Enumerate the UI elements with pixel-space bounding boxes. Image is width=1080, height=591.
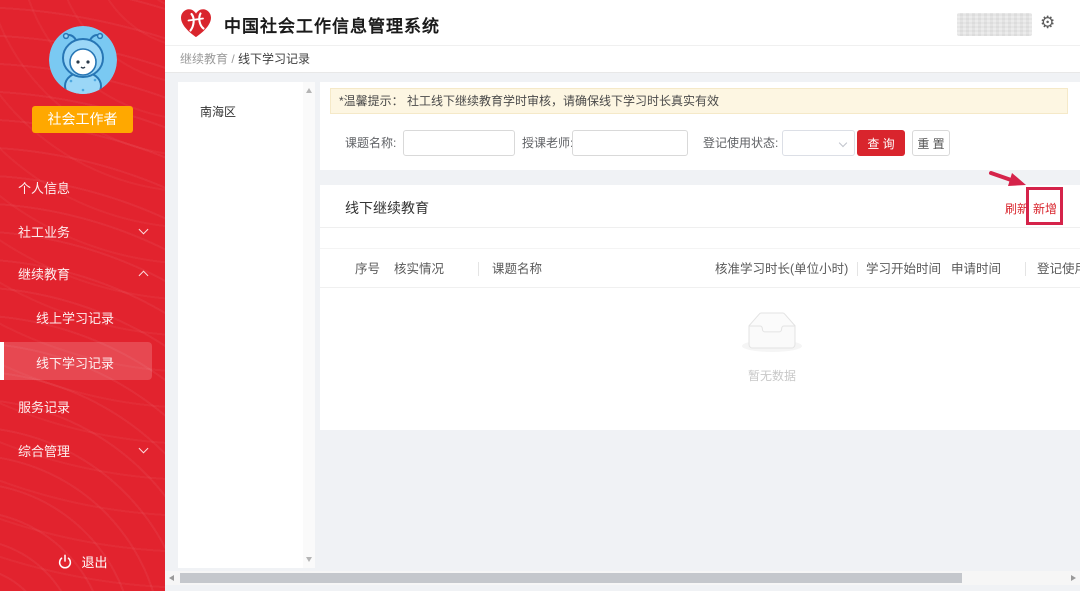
app-screen: 社会工作者 个人信息 社工业务 继续教育 线上学习记录 线下学习记录 服务记录 … [0, 0, 1080, 591]
register-status-select[interactable] [782, 130, 855, 156]
warning-alert: *温馨提示： 社工线下继续教育学时审核，请确保线下学习时长真实有效 [330, 88, 1068, 114]
reset-button[interactable]: 重 置 [912, 130, 950, 156]
scrollbar-thumb[interactable] [180, 573, 962, 583]
avatar-mascot-icon [49, 26, 117, 94]
divider [320, 227, 1080, 228]
panel-title: 线下继续教育 [345, 198, 429, 218]
user-name-redacted[interactable] [957, 13, 1032, 36]
col-seq: 序号 [355, 249, 380, 289]
chevron-down-icon [139, 225, 149, 235]
offline-education-panel: 线下继续教育 刷新 新增 序号 核实情况 课题名称 核准学习时长(单位小时) 学… [320, 185, 1080, 430]
column-divider [478, 262, 479, 276]
empty-box-icon [740, 312, 804, 353]
scroll-right-icon[interactable] [1071, 575, 1076, 581]
annotation-arrow-icon [988, 168, 1030, 192]
breadcrumb: 继续教育 / 线下学习记录 [165, 46, 1080, 73]
column-divider [1025, 262, 1026, 276]
sidebar-item-comprehensive-management[interactable]: 综合管理 [0, 441, 165, 461]
table-header-row: 序号 核实情况 课题名称 核准学习时长(单位小时) 学习开始时间 申请时间 登记… [320, 248, 1080, 288]
breadcrumb-parent[interactable]: 继续教育 [180, 52, 228, 66]
col-topic: 课题名称 [492, 249, 542, 289]
horizontal-scrollbar[interactable] [165, 571, 1080, 585]
gear-icon[interactable]: ⚙ [1040, 13, 1055, 33]
col-verify: 核实情况 [394, 249, 444, 289]
logout-button[interactable]: 退出 [0, 552, 165, 571]
sidebar-item-service-records[interactable]: 服务记录 [0, 397, 165, 417]
sidebar-item-label: 综合管理 [18, 444, 70, 459]
sidebar-item-label: 继续教育 [18, 267, 70, 282]
sidebar-item-label: 线下学习记录 [36, 356, 114, 371]
topic-name-label: 课题名称: [345, 130, 396, 156]
col-apply-time: 申请时间 [951, 249, 1001, 289]
topic-name-input[interactable] [403, 130, 515, 156]
sidebar-item-label: 服务记录 [18, 400, 70, 415]
empty-text: 暂无数据 [712, 367, 832, 384]
register-status-label: 登记使用状态: [703, 130, 778, 156]
role-badge: 社会工作者 [32, 106, 133, 133]
sidebar-item-label: 线上学习记录 [36, 311, 114, 326]
logout-label: 退出 [81, 555, 107, 570]
col-start-time: 学习开始时间 [866, 249, 941, 289]
annotation-highlight-box [1026, 187, 1063, 225]
sidebar: 社会工作者 个人信息 社工业务 继续教育 线上学习记录 线下学习记录 服务记录 … [0, 0, 165, 591]
sidebar-item-label: 社工业务 [18, 225, 70, 240]
sidebar-item-personal-info[interactable]: 个人信息 [0, 178, 165, 198]
query-button[interactable]: 查 询 [857, 130, 905, 156]
column-divider [857, 262, 858, 276]
district-scrollbar[interactable] [303, 82, 315, 568]
chevron-down-icon [839, 139, 847, 147]
scroll-left-icon[interactable] [169, 575, 174, 581]
breadcrumb-current: 线下学习记录 [238, 52, 310, 66]
avatar [49, 26, 117, 94]
scroll-up-icon[interactable] [306, 88, 312, 93]
sidebar-item-offline-learning-records[interactable]: 线下学习记录 [0, 353, 165, 373]
district-panel: 南海区 [178, 82, 315, 568]
teacher-input[interactable] [572, 130, 688, 156]
search-panel: *温馨提示： 社工线下继续教育学时审核，请确保线下学习时长真实有效 课题名称: … [320, 82, 1080, 170]
col-duration: 核准学习时长(单位小时) [715, 249, 848, 289]
chevron-down-icon [139, 444, 149, 454]
power-icon [57, 554, 73, 570]
sidebar-item-label: 个人信息 [18, 181, 70, 196]
sidebar-item-online-learning-records[interactable]: 线上学习记录 [0, 308, 165, 328]
sidebar-item-continuing-education[interactable]: 继续教育 [0, 264, 165, 284]
app-title: 中国社会工作信息管理系统 [224, 12, 440, 37]
col-register-status: 登记使用状态 [1037, 249, 1080, 289]
chevron-up-icon [139, 271, 149, 281]
teacher-label: 授课老师: [522, 130, 573, 156]
sidebar-item-social-work-business[interactable]: 社工业务 [0, 222, 165, 242]
district-item-nanhai[interactable]: 南海区 [200, 103, 236, 120]
scroll-down-icon[interactable] [306, 557, 312, 562]
app-logo-heart-icon [179, 7, 213, 39]
